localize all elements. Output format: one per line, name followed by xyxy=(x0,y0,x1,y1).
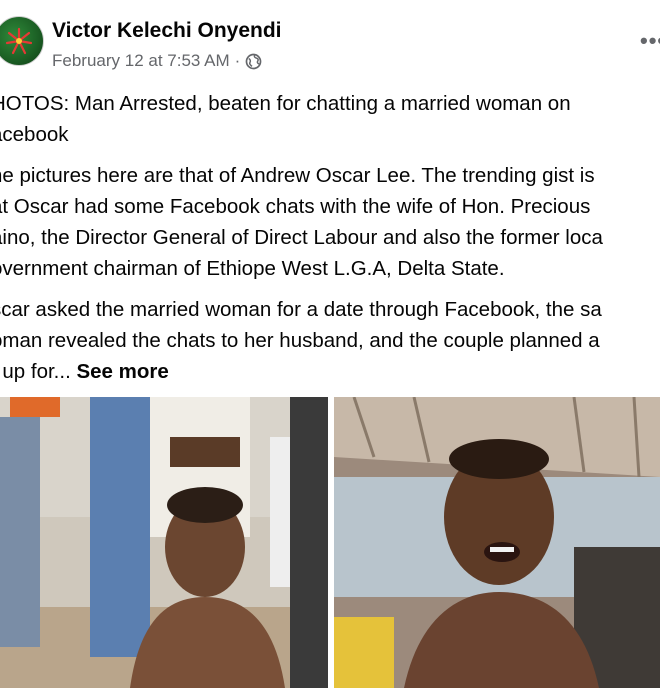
text-line: oman revealed the chats to her husband, … xyxy=(0,329,600,352)
globe-icon[interactable] xyxy=(245,53,262,70)
text-line: t up for... xyxy=(0,360,71,383)
post-paragraph-1: HOTOS: Man Arrested, beaten for chatting… xyxy=(0,88,660,150)
text-line: overnment chairman of Ethiope West L.G.A… xyxy=(0,257,505,280)
photo-1-image xyxy=(0,397,328,688)
photo-grid xyxy=(0,397,660,688)
post-text: HOTOS: Man Arrested, beaten for chatting… xyxy=(0,88,660,397)
text-line: at Oscar had some Facebook chats with th… xyxy=(0,195,591,218)
post-timestamp[interactable]: February 12 at 7:53 AM xyxy=(52,51,230,71)
meta-separator: · xyxy=(234,51,241,70)
see-more-link[interactable]: See more xyxy=(76,360,168,383)
text-line: aino, the Director General of Direct Lab… xyxy=(0,226,603,249)
text-line: scar asked the married woman for a date … xyxy=(0,298,602,321)
author-avatar[interactable] xyxy=(0,16,44,66)
photo-2-image xyxy=(334,397,660,688)
text-line: acebook xyxy=(0,123,69,146)
more-options-icon[interactable]: ••• xyxy=(640,28,660,54)
post-paragraph-2: he pictures here are that of Andrew Osca… xyxy=(0,160,660,284)
photo-1[interactable] xyxy=(0,397,328,688)
post-paragraph-3: scar asked the married woman for a date … xyxy=(0,294,660,387)
post-meta: February 12 at 7:53 AM · xyxy=(52,51,262,71)
photo-2[interactable] xyxy=(334,397,660,688)
avatar-graphic-icon xyxy=(5,27,33,55)
text-line: he pictures here are that of Andrew Osca… xyxy=(0,164,595,187)
text-line: HOTOS: Man Arrested, beaten for chatting… xyxy=(0,92,571,115)
post-header: Victor Kelechi Onyendi February 12 at 7:… xyxy=(0,0,660,88)
author-name[interactable]: Victor Kelechi Onyendi xyxy=(52,19,282,43)
